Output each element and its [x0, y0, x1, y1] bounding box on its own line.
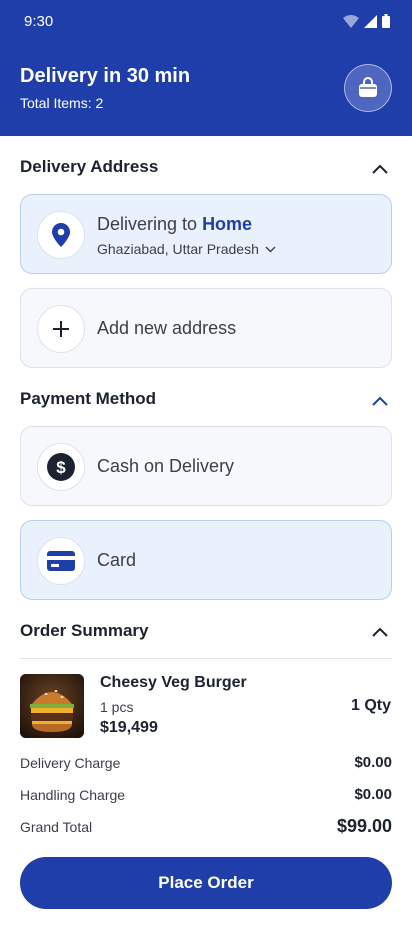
address-name: Home — [202, 214, 253, 234]
add-address-card[interactable]: Add new address — [20, 288, 392, 368]
dollar-icon: $ — [47, 453, 75, 481]
delivery-address-collapse[interactable] — [370, 159, 390, 179]
status-time: 9:30 — [24, 13, 54, 30]
payment-option-card[interactable]: Card — [20, 520, 392, 600]
payment-option-label: Cash on Delivery — [97, 456, 235, 476]
svg-text:$: $ — [56, 458, 66, 477]
status-icons — [343, 14, 390, 28]
page-title: Delivery in 30 min — [20, 65, 191, 87]
cod-icon-circle: $ — [37, 443, 85, 491]
shopping-bag-icon — [359, 77, 377, 97]
chevron-up-icon — [372, 396, 388, 406]
item-quantity: 1 Qty — [350, 697, 391, 714]
payment-method-title: Payment Method — [20, 389, 157, 408]
delivery-address-title: Delivery Address — [20, 157, 159, 176]
chevron-down-icon — [265, 246, 276, 252]
address-prefix: Delivering to — [97, 214, 198, 234]
chevron-up-icon — [372, 627, 388, 637]
app-header: 9:30 Delivery in 30 min Total Items: 2 — [0, 0, 412, 136]
item-unit: 1 pcs — [100, 699, 134, 715]
selected-address-card[interactable]: Delivering to Home Ghaziabad, Uttar Prad… — [20, 194, 392, 274]
wifi-icon — [343, 14, 359, 28]
cart-button[interactable] — [344, 64, 392, 112]
payment-option-label: Card — [97, 550, 137, 570]
chevron-up-icon — [372, 164, 388, 174]
signal-icon — [364, 14, 377, 28]
order-summary-collapse[interactable] — [370, 622, 390, 642]
delivery-charge-label: Delivery Charge — [20, 755, 121, 771]
grand-total-value: $99.00 — [336, 816, 392, 836]
total-items: Total Items: 2 — [20, 95, 104, 111]
add-address-label: Add new address — [97, 318, 237, 338]
card-icon-circle — [37, 537, 85, 585]
address-heading: Delivering to Home — [97, 214, 252, 235]
divider — [20, 658, 392, 659]
payment-option-cod[interactable]: $ Cash on Delivery — [20, 426, 392, 506]
burger-image — [20, 674, 84, 738]
add-icon-circle — [37, 305, 85, 353]
place-order-button[interactable]: Place Order — [20, 857, 392, 909]
order-summary-title: Order Summary — [20, 621, 149, 640]
delivery-charge-value: $0.00 — [354, 754, 392, 771]
handling-charge-value: $0.00 — [354, 786, 392, 803]
payment-method-collapse[interactable] — [370, 391, 390, 411]
handling-charge-label: Handling Charge — [20, 787, 126, 803]
address-location: Ghaziabad, Uttar Pradesh — [97, 241, 259, 257]
item-price: $19,499 — [100, 719, 158, 736]
plus-icon — [53, 321, 69, 337]
item-name: Cheesy Veg Burger — [100, 674, 247, 691]
address-icon-circle — [37, 211, 85, 259]
address-location-row[interactable]: Ghaziabad, Uttar Pradesh — [97, 241, 276, 257]
credit-card-icon — [47, 551, 75, 571]
location-pin-icon — [52, 223, 70, 247]
battery-icon — [382, 14, 390, 28]
grand-total-label: Grand Total — [20, 819, 93, 835]
